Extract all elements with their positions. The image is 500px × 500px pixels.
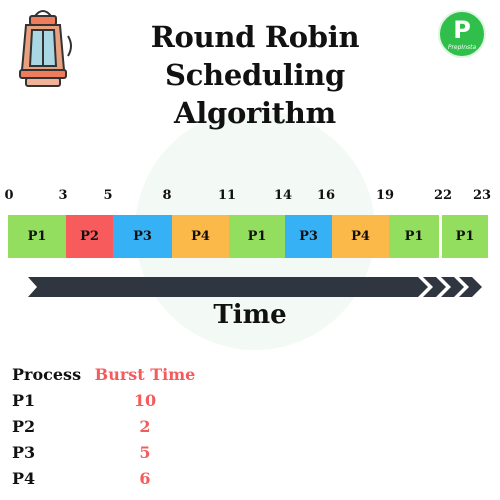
title-line-1: Round Robin Scheduling bbox=[150, 20, 360, 92]
process-column-header: Process bbox=[12, 365, 82, 384]
gantt-block-label: P4 bbox=[351, 229, 370, 244]
time-tick: 0 bbox=[4, 188, 14, 203]
brand-logo: P PrepInsta bbox=[438, 10, 486, 58]
gantt-block-label: P1 bbox=[27, 229, 47, 244]
burst-time-value: 2 bbox=[139, 417, 151, 436]
gantt-block: P1 bbox=[229, 215, 285, 258]
gantt-block: P1 bbox=[8, 215, 66, 258]
time-tick: 3 bbox=[58, 188, 68, 203]
burst-time-value: 6 bbox=[139, 469, 151, 488]
gantt-block-label: P4 bbox=[191, 229, 210, 244]
gantt-block: P1 bbox=[442, 215, 488, 258]
burst-time-column-header: Burst Time bbox=[94, 365, 196, 384]
gantt-block: P3 bbox=[285, 215, 332, 258]
process-name: P2 bbox=[12, 417, 36, 436]
process-name: P3 bbox=[12, 443, 36, 462]
gantt-block-label: P1 bbox=[404, 229, 424, 244]
gantt-block: P4 bbox=[332, 215, 389, 258]
time-tick: 23 bbox=[472, 188, 492, 203]
gantt-block: P2 bbox=[66, 215, 113, 258]
gantt-block: P1 bbox=[389, 215, 439, 258]
process-name: P4 bbox=[12, 469, 36, 488]
lantern-icon bbox=[19, 10, 72, 87]
time-tick: 11 bbox=[217, 188, 237, 203]
logo-text: PrepInsta bbox=[447, 44, 477, 51]
time-tick: 5 bbox=[103, 188, 113, 203]
gantt-block: P4 bbox=[172, 215, 229, 258]
time-arrow bbox=[28, 277, 482, 297]
time-axis-label: Time bbox=[213, 300, 287, 330]
time-tick: 22 bbox=[433, 188, 453, 203]
burst-time-value: 10 bbox=[133, 391, 157, 410]
gantt-block-label: P1 bbox=[247, 229, 267, 244]
time-tick: 8 bbox=[162, 188, 172, 203]
page-title: Round Robin Scheduling Algorithm bbox=[90, 18, 420, 132]
process-name: P1 bbox=[12, 391, 36, 410]
gantt-block-label: P3 bbox=[133, 229, 152, 244]
gantt-block: P3 bbox=[113, 215, 172, 258]
gantt-block-label: P2 bbox=[80, 229, 99, 244]
gantt-block-label: P3 bbox=[299, 229, 318, 244]
time-tick: 16 bbox=[316, 188, 336, 203]
title-line-2: Algorithm bbox=[174, 96, 336, 130]
gantt-block-label: P1 bbox=[455, 229, 475, 244]
logo-letter: P bbox=[453, 16, 471, 44]
time-tick: 14 bbox=[273, 188, 293, 203]
time-tick: 19 bbox=[375, 188, 395, 203]
burst-time-value: 5 bbox=[139, 443, 151, 462]
